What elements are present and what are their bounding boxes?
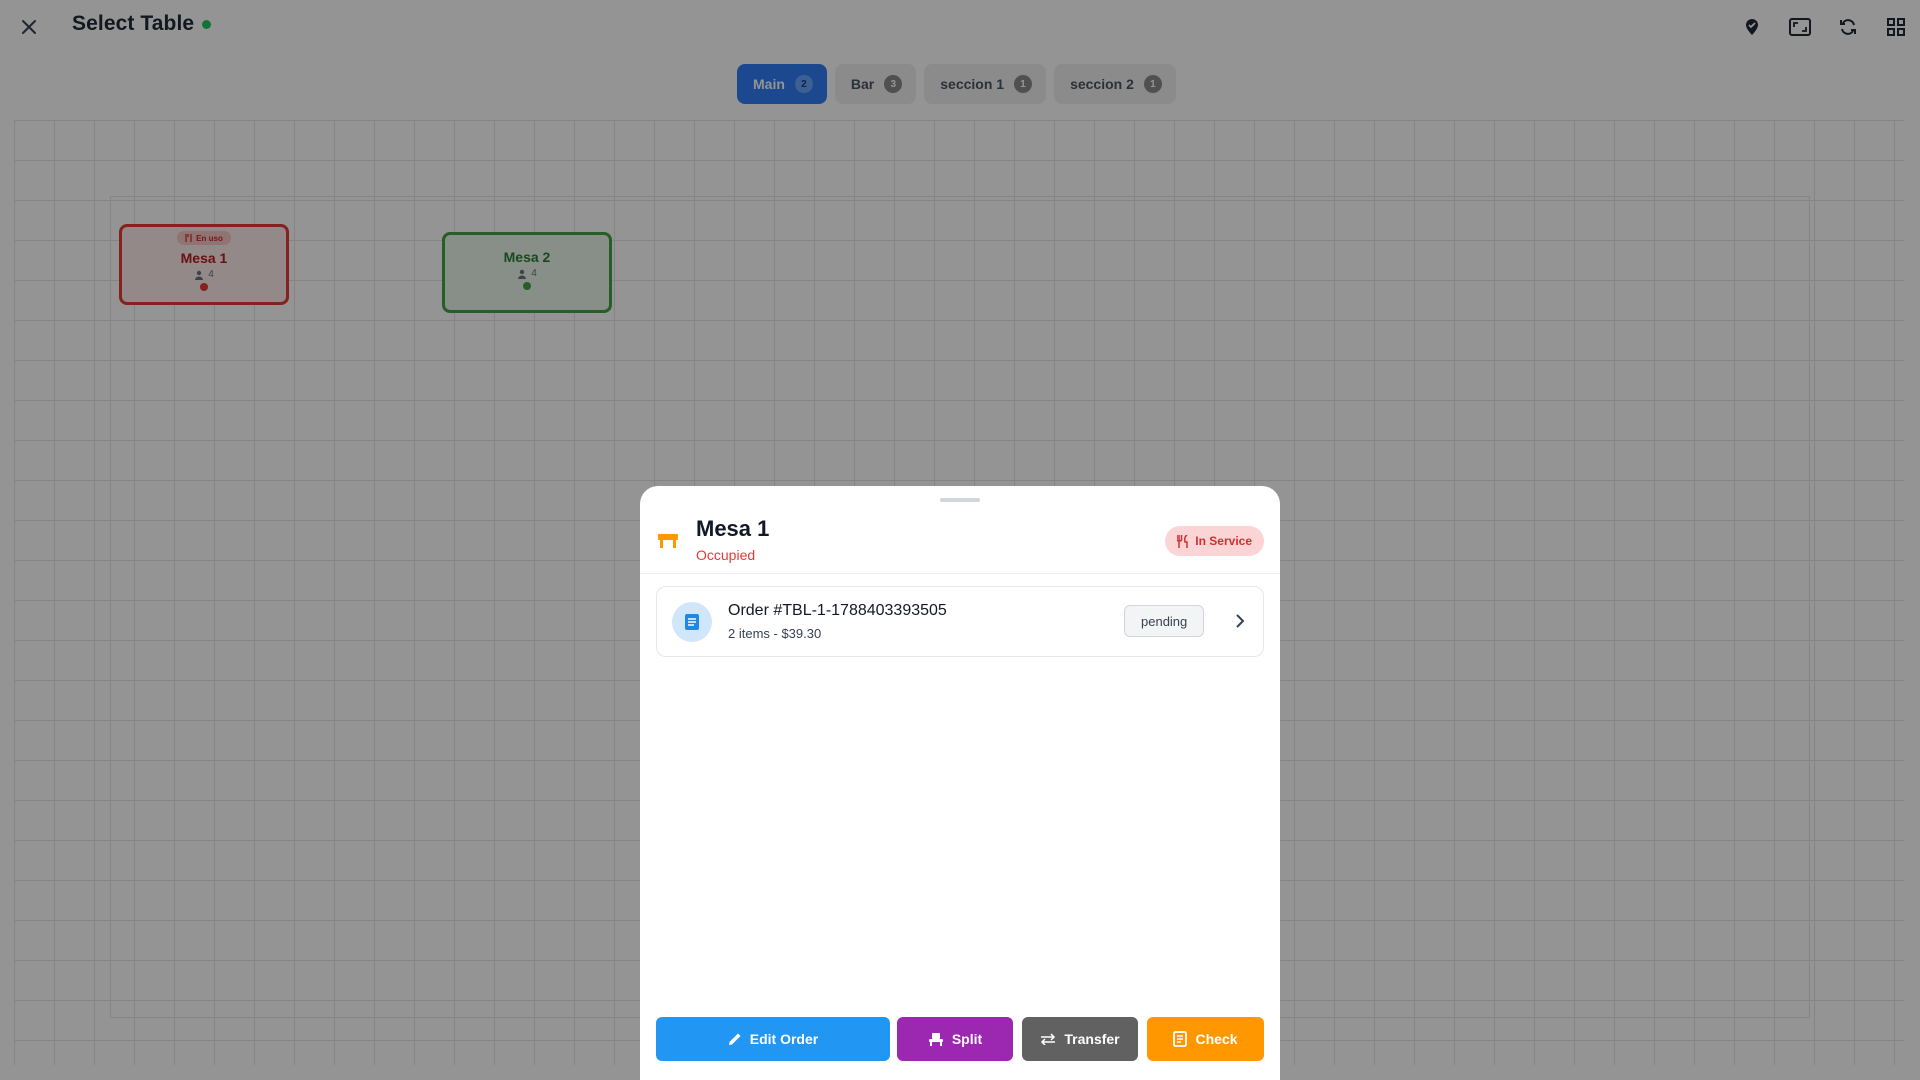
sheet-header: Mesa 1 Occupied In Service — [640, 514, 1280, 574]
cutlery-icon — [1177, 534, 1189, 548]
split-label: Split — [951, 1031, 983, 1047]
order-status-badge: pending — [1124, 605, 1205, 637]
split-chair-icon — [928, 1033, 943, 1046]
order-icon-wrap — [672, 602, 712, 642]
check-button[interactable]: Check — [1147, 1017, 1264, 1061]
drag-handle[interactable] — [940, 498, 980, 502]
table-status-text: Occupied — [696, 547, 756, 563]
sheet-actions: Edit Order Split Transfer Check — [656, 1017, 1264, 1061]
sheet-title: Mesa 1 — [696, 516, 770, 541]
transfer-label: Transfer — [1064, 1031, 1120, 1047]
split-button[interactable]: Split — [897, 1017, 1013, 1061]
order-summary: 2 items - $39.30 — [728, 626, 822, 641]
chevron-right-icon — [1230, 611, 1250, 631]
table-detail-sheet: Mesa 1 Occupied In Service Order #TBL-1-… — [640, 486, 1280, 1080]
edit-order-button[interactable]: Edit Order — [656, 1017, 890, 1061]
table-icon — [658, 534, 678, 548]
edit-order-label: Edit Order — [749, 1031, 819, 1047]
receipt-icon — [685, 614, 699, 630]
order-list-item[interactable]: Order #TBL-1-1788403393505 2 items - $39… — [656, 586, 1264, 657]
receipt-icon — [1173, 1031, 1188, 1047]
swap-arrows-icon — [1041, 1033, 1056, 1045]
in-service-chip: In Service — [1165, 526, 1264, 556]
order-title: Order #TBL-1-1788403393505 — [728, 602, 947, 619]
transfer-button[interactable]: Transfer — [1022, 1017, 1138, 1061]
in-service-label: In Service — [1195, 534, 1252, 548]
pencil-icon — [728, 1033, 741, 1045]
check-label: Check — [1195, 1031, 1238, 1047]
